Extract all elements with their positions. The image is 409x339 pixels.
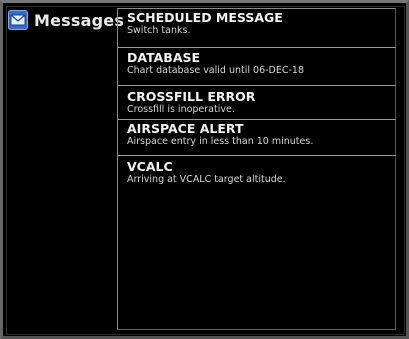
message-body: Switch tanks. (127, 25, 191, 36)
message-item-database[interactable]: DATABASE Chart database valid until 06-D… (118, 50, 396, 86)
page-title: Messages (34, 10, 125, 30)
message-item-crossfill[interactable]: CROSSFILL ERROR Crossfill is inoperative… (118, 89, 396, 120)
message-title: DATABASE (127, 50, 201, 65)
message-title: CROSSFILL ERROR (127, 89, 256, 104)
message-body: Crossfill is inoperative. (127, 104, 235, 115)
message-title: SCHEDULED MESSAGE (127, 10, 283, 25)
message-body: Arriving at VCALC target altitude. (127, 174, 286, 185)
message-body: Chart database valid until 06-DEC-18 (127, 65, 305, 76)
message-item-scheduled[interactable]: SCHEDULED MESSAGE Switch tanks. (118, 10, 396, 48)
envelope-icon (8, 10, 28, 30)
message-title: AIRSPACE ALERT (127, 121, 244, 136)
message-item-airspace[interactable]: AIRSPACE ALERT Airspace entry in less th… (118, 121, 396, 156)
message-title: VCALC (127, 159, 173, 174)
message-item-vcalc[interactable]: VCALC Arriving at VCALC target altitude. (118, 159, 396, 193)
page-header: Messages (8, 8, 124, 32)
message-body: Airspace entry in less than 10 minutes. (127, 136, 314, 147)
